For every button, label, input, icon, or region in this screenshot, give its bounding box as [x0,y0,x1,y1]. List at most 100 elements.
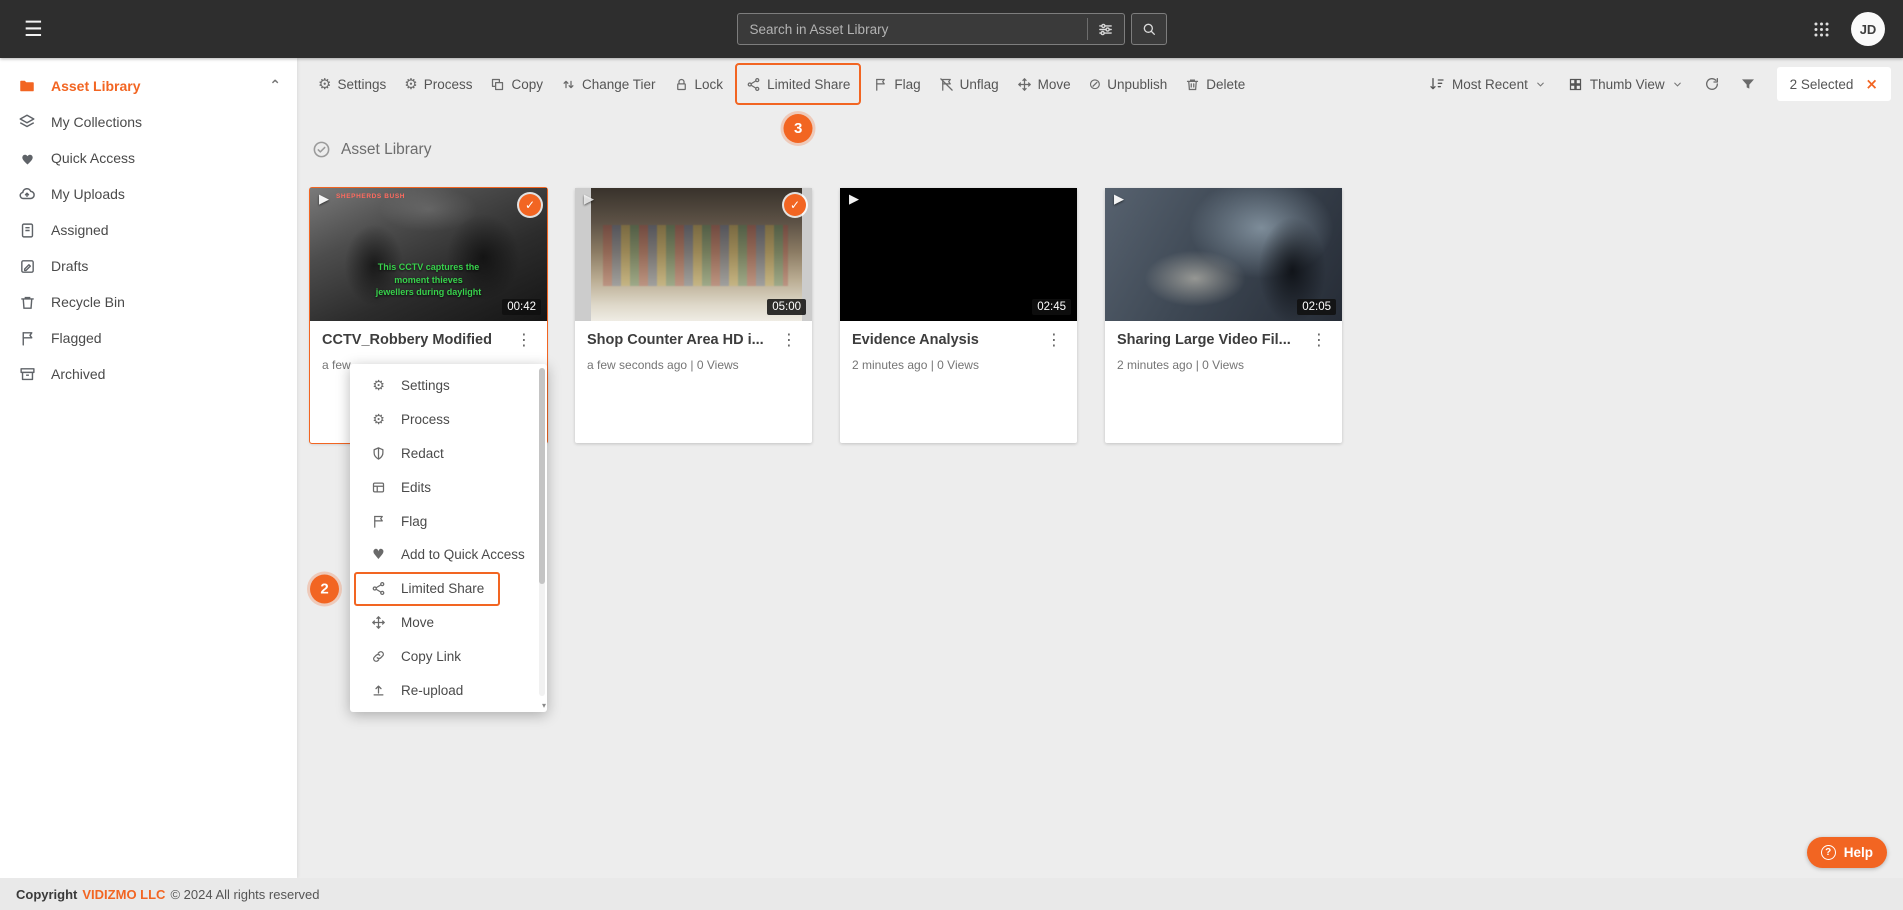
filter-button[interactable] [1731,67,1765,101]
asset-card: ▶ 02:05 Sharing Large Video Fil... ⋮ 2 m… [1105,188,1342,443]
search-input[interactable] [738,22,1087,37]
menu-item-redact[interactable]: Redact [350,437,547,471]
toolbar-right: Most Recent Thumb View 2 Selected [1419,67,1891,101]
kebab-menu-icon[interactable]: ⋮ [778,332,800,348]
limited-share-button[interactable]: Limited Share [740,67,856,101]
action-toolbar: ⚙ Settings ⚙ Process Copy Change Tier Lo… [297,58,1903,110]
drafts-icon [18,258,36,275]
sidebar-item-my-collections[interactable]: My Collections [0,104,297,140]
sidebar-item-label: Archived [51,366,105,382]
duration-badge: 00:42 [502,299,541,315]
asset-card: ▶ 05:00 ✓ Shop Counter Area HD i... ⋮ a … [575,188,812,443]
sidebar-item-label: Recycle Bin [51,294,125,310]
process-gear-icon: ⚙ [370,413,387,427]
help-button[interactable]: ? Help [1807,837,1887,868]
menu-scrollbar[interactable] [539,368,545,696]
kebab-menu-icon[interactable]: ⋮ [513,332,535,348]
clear-selection-icon[interactable]: × [1865,77,1878,92]
sidebar-item-quick-access[interactable]: Quick Access [0,140,297,176]
apps-icon[interactable] [1812,20,1831,39]
hamburger-menu-icon[interactable]: ☰ [18,15,49,44]
annotation-step-2-badge: 2 [310,574,339,603]
selected-check-icon[interactable]: ✓ [519,194,541,216]
view-label: Thumb View [1590,77,1665,92]
refresh-icon [1704,76,1720,92]
video-thumbnail[interactable]: ▶ 02:05 [1105,188,1342,321]
grid-view-icon [1568,77,1583,92]
kebab-menu-icon[interactable]: ⋮ [1308,332,1330,348]
lock-icon [674,77,689,92]
move-icon [370,615,387,630]
sidebar-item-my-uploads[interactable]: My Uploads [0,176,297,212]
menu-item-label: Edits [401,480,431,495]
play-icon: ▶ [849,193,859,206]
menu-item-flag[interactable]: Flag [350,504,547,538]
kebab-menu-icon[interactable]: ⋮ [1043,332,1065,348]
menu-item-copy-link[interactable]: Copy Link [350,639,547,673]
flag-icon [18,330,36,347]
search-button[interactable] [1131,13,1167,45]
video-thumbnail[interactable]: ▶ 05:00 ✓ [575,188,812,321]
lock-button[interactable]: Lock [665,67,733,101]
asset-meta: 2 minutes ago | 0 Views [852,358,1065,372]
sidebar-item-asset-library[interactable]: Asset Library ⌃ [0,68,297,104]
settings-button[interactable]: ⚙ Settings [309,67,395,101]
selected-check-icon[interactable]: ✓ [784,194,806,216]
menu-item-add-to-quick-access[interactable]: ♥ Add to Quick Access [350,538,547,572]
check-circle-icon[interactable] [312,140,331,159]
share-icon [746,77,761,92]
menu-item-settings[interactable]: ⚙ Settings [350,369,547,403]
sidebar-item-archived[interactable]: Archived [0,356,297,392]
asset-meta: a few seconds ago | 0 Views [587,358,800,372]
menu-scrollbar-thumb[interactable] [539,368,545,584]
menu-item-label: Move [401,615,434,630]
asset-title[interactable]: Sharing Large Video Fil... [1117,332,1291,348]
video-thumbnail[interactable]: SHEPHERDS BUSH ▶ This CCTV captures the … [310,188,547,321]
footer: Copyright VIDIZMO LLC © 2024 All rights … [0,878,1903,910]
asset-title[interactable]: Shop Counter Area HD i... [587,332,764,348]
menu-item-process[interactable]: ⚙ Process [350,403,547,437]
menu-item-move[interactable]: Move [350,606,547,640]
help-question-icon: ? [1821,845,1836,860]
asset-title[interactable]: CCTV_Robbery Modified [322,332,492,348]
avatar[interactable]: JD [1851,12,1885,46]
chevron-down-icon [1535,79,1546,90]
process-button[interactable]: ⚙ Process [395,67,481,101]
unflag-button[interactable]: Unflag [930,67,1008,101]
sort-dropdown[interactable]: Most Recent [1419,76,1556,92]
chevron-up-icon[interactable]: ⌃ [269,79,281,93]
asset-meta: 2 minutes ago | 0 Views [1117,358,1330,372]
flag-button[interactable]: Flag [864,67,929,101]
sidebar-item-label: Quick Access [51,150,135,166]
copy-button[interactable]: Copy [481,67,552,101]
unflag-icon [939,77,954,92]
footer-brand-link[interactable]: VIDIZMO LLC [82,887,165,902]
refresh-button[interactable] [1695,67,1729,101]
menu-item-edits[interactable]: Edits [350,470,547,504]
sidebar-item-label: Drafts [51,258,88,274]
video-thumbnail[interactable]: ▶ 02:45 [840,188,1077,321]
search-area [737,13,1167,45]
sidebar-item-drafts[interactable]: Drafts [0,248,297,284]
button-label: Limited Share [767,77,850,92]
duration-badge: 05:00 [767,299,806,315]
assigned-icon [18,222,36,239]
unpublish-button[interactable]: ⊘ Unpublish [1080,67,1177,101]
change-tier-button[interactable]: Change Tier [552,67,665,101]
asset-card: ▶ 02:45 Evidence Analysis ⋮ 2 minutes ag… [840,188,1077,443]
menu-item-limited-share[interactable]: 2 Limited Share [354,572,500,606]
sidebar-item-label: Flagged [51,330,102,346]
menu-item-re-upload[interactable]: Re-upload [350,673,547,707]
asset-title[interactable]: Evidence Analysis [852,332,979,348]
top-bar: ☰ J [0,0,1903,58]
delete-button[interactable]: Delete [1176,67,1254,101]
sidebar-item-assigned[interactable]: Assigned [0,212,297,248]
sort-label: Most Recent [1452,77,1528,92]
view-dropdown[interactable]: Thumb View [1558,77,1693,92]
topbar-right: JD [1812,12,1885,46]
sidebar-item-flagged[interactable]: Flagged [0,320,297,356]
move-button[interactable]: Move [1008,67,1080,101]
scroll-down-arrow-icon[interactable]: ▾ [542,702,546,710]
search-filter-icon[interactable] [1088,13,1124,45]
sidebar-item-recycle-bin[interactable]: Recycle Bin [0,284,297,320]
